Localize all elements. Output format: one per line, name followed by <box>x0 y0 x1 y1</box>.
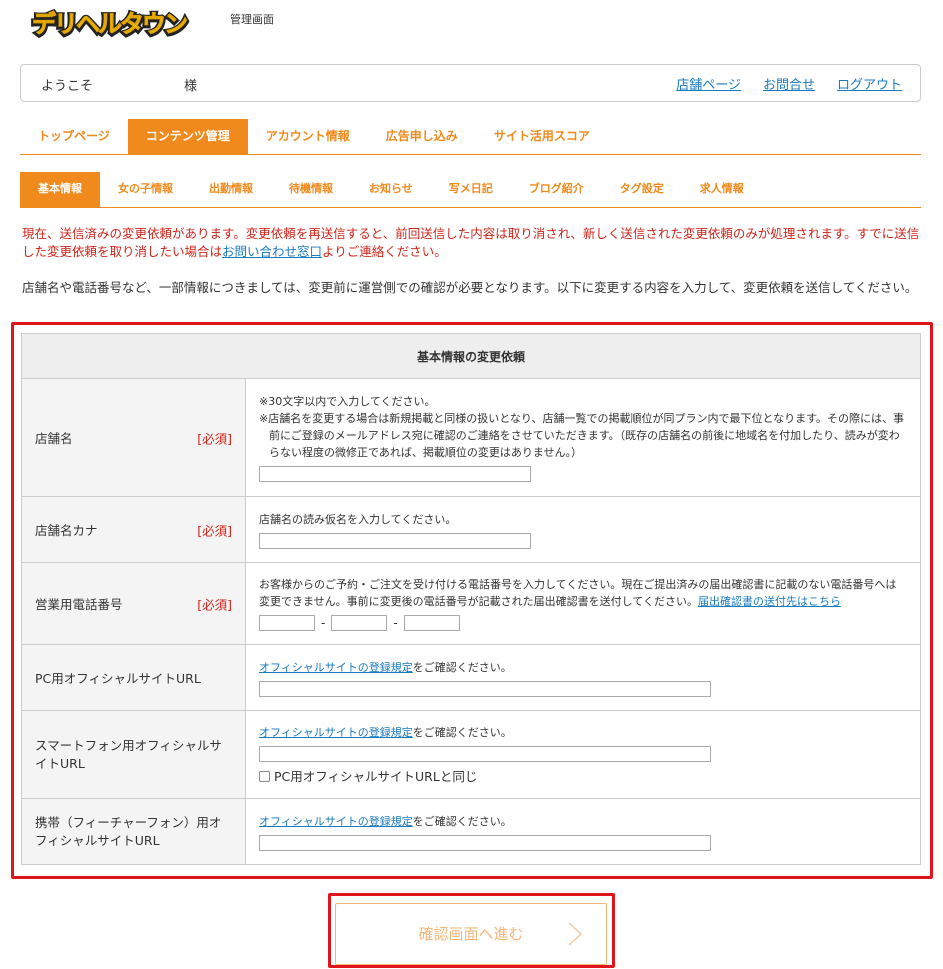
shop-page-link[interactable]: 店舗ページ <box>676 74 741 93</box>
notice-text-pre: 現在、送信済みの変更依頼があります。変更依頼を再送信すると、前回送信した内容は取… <box>22 226 920 259</box>
logout-link[interactable]: ログアウト <box>837 74 902 93</box>
button-highlight-frame <box>328 893 615 968</box>
header: デリヘルタウン デリヘルタウン 管理画面 <box>0 0 943 46</box>
subtab-photo-diary[interactable]: 写メ日記 <box>431 172 511 207</box>
subtab-recruit[interactable]: 求人情報 <box>682 172 762 207</box>
subtab-blog[interactable]: ブログ紹介 <box>511 172 602 207</box>
subtab-tags[interactable]: タグ設定 <box>602 172 682 207</box>
notice-text-post: よりご連絡ください。 <box>322 244 447 259</box>
welcome-greeting: ようこそ <box>41 79 94 94</box>
tab-site-score[interactable]: サイト活用スコア <box>476 119 608 155</box>
tab-account[interactable]: アカウント情報 <box>248 119 368 155</box>
subtab-attendance[interactable]: 出勤情報 <box>191 172 271 207</box>
tab-ad-apply[interactable]: 広告申し込み <box>368 119 476 155</box>
pending-request-notice: 現在、送信済みの変更依頼があります。変更依頼を再送信すると、前回送信した内容は取… <box>22 225 922 261</box>
change-instructions: 店舗名や電話番号など、一部情報につきましては、変更前に運営側での確認が必要となり… <box>22 280 918 295</box>
account-links: 店舗ページ お問合せ ログアウト <box>676 74 902 93</box>
admin-title: 管理画面 <box>230 13 274 26</box>
logo-text: デリヘルタウン <box>32 10 187 38</box>
tab-contents[interactable]: コンテンツ管理 <box>127 119 248 155</box>
site-logo[interactable]: デリヘルタウン デリヘルタウン <box>28 4 210 40</box>
subtab-news[interactable]: お知らせ <box>351 172 431 207</box>
subtab-standby[interactable]: 待機情報 <box>271 172 351 207</box>
subtab-girls[interactable]: 女の子情報 <box>100 172 191 207</box>
welcome-suffix: 様 <box>184 79 198 94</box>
sub-tabs: 基本情報 女の子情報 出勤情報 待機情報 お知らせ 写メ日記 ブログ紹介 タグ設… <box>20 172 921 208</box>
subtab-basic-info[interactable]: 基本情報 <box>20 172 100 207</box>
main-tabs: トップページ コンテンツ管理 アカウント情報 広告申し込み サイト活用スコア <box>20 119 921 155</box>
welcome-bar: ようこそ 様 店舗ページ お問合せ ログアウト <box>20 64 921 102</box>
contact-window-link[interactable]: お問い合わせ窓口 <box>222 244 322 259</box>
form-highlight-frame <box>11 322 933 879</box>
tab-top-page[interactable]: トップページ <box>20 119 128 155</box>
contact-link[interactable]: お問合せ <box>763 74 815 93</box>
